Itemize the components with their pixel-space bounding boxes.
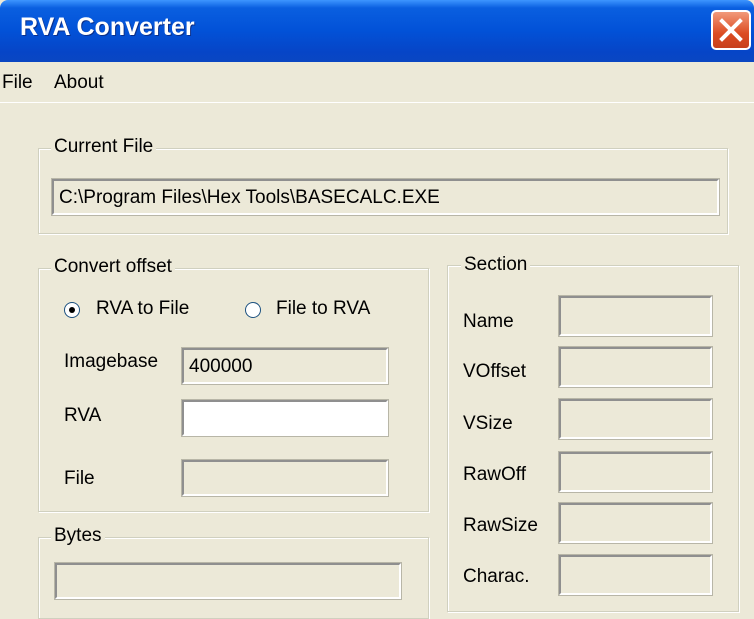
imagebase-label: Imagebase — [64, 351, 159, 372]
radio-rva-to-file[interactable] — [64, 302, 80, 318]
bytes-legend: Bytes — [51, 525, 105, 547]
section-charac-field[interactable] — [558, 554, 713, 596]
convert-offset-legend: Convert offset — [51, 256, 175, 278]
rva-input[interactable] — [181, 399, 389, 437]
section-vsize-label: VSize — [463, 413, 513, 434]
window-title: RVA Converter — [20, 13, 195, 41]
current-file-field[interactable]: C:\Program Files\Hex Tools\BASECALC.EXE — [51, 178, 720, 216]
section-rawoff-label: RawOff — [463, 464, 527, 485]
section-charac-label: Charac. — [463, 566, 530, 587]
menu-bar: File About — [0, 62, 754, 103]
section-rawsize-label: RawSize — [463, 515, 538, 536]
section-name-field[interactable] — [558, 295, 713, 337]
close-icon — [719, 18, 743, 42]
menu-about[interactable]: About — [54, 72, 104, 94]
radio-selected-dot — [69, 307, 75, 313]
radio-file-to-rva[interactable] — [245, 302, 261, 318]
section-legend: Section — [461, 254, 531, 276]
imagebase-field[interactable]: 400000 — [181, 347, 389, 385]
section-rawsize-field[interactable] — [558, 502, 713, 544]
close-button[interactable] — [711, 10, 751, 50]
section-vsize-field[interactable] — [558, 398, 713, 440]
radio-file-to-rva-label[interactable]: File to RVA — [276, 298, 370, 320]
radio-rva-to-file-label[interactable]: RVA to File — [96, 298, 189, 320]
section-voffset-label: VOffset — [463, 361, 527, 382]
bytes-field[interactable] — [54, 562, 402, 600]
current-file-legend: Current File — [51, 136, 157, 158]
menu-file[interactable]: File — [2, 72, 33, 94]
file-offset-label: File — [64, 468, 95, 489]
section-name-label: Name — [463, 311, 514, 332]
title-bar[interactable]: RVA Converter — [0, 0, 754, 62]
rva-label: RVA — [64, 405, 102, 426]
file-offset-field[interactable] — [181, 459, 389, 497]
section-rawoff-field[interactable] — [558, 451, 713, 493]
section-voffset-field[interactable] — [558, 346, 713, 388]
